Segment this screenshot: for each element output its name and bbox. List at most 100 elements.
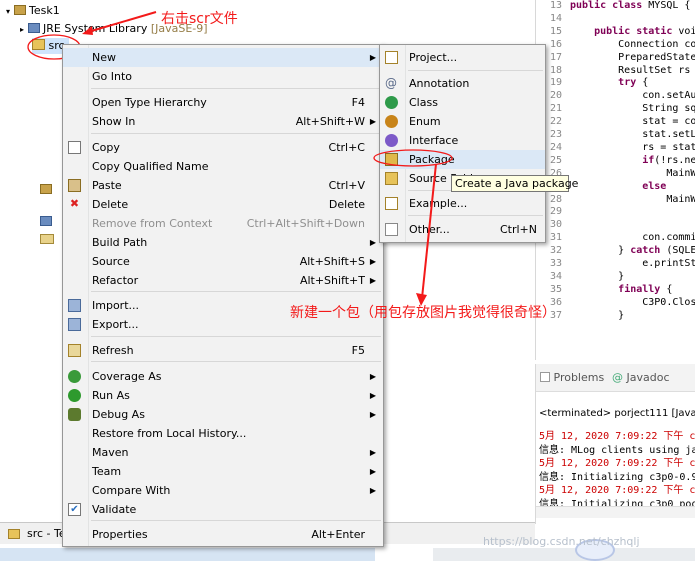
menu-item-copy[interactable]: Copy Ctrl+C (63, 138, 383, 157)
menu-item-label: Remove from Context (92, 217, 213, 230)
menu-item-show-in[interactable]: Show In Alt+Shift+W ▶ (63, 112, 383, 131)
example-icon (385, 197, 398, 210)
submenu-arrow-icon: ▶ (369, 276, 376, 285)
code-line: MainW (570, 193, 695, 205)
expand-arrow-icon[interactable]: ▾ (6, 7, 10, 16)
annotation-right-click: 右击scr文件 (161, 11, 238, 27)
menu-item-remove-from-context: Remove from Context Ctrl+Alt+Shift+Down (63, 214, 383, 233)
submenu-arrow-icon: ▶ (369, 486, 376, 495)
code-line: ResultSet rs (570, 64, 691, 76)
menu-item-copy-qualified-name[interactable]: Copy Qualified Name (63, 157, 383, 176)
menu-item-coverage-as[interactable]: Coverage As ▶ (63, 367, 383, 386)
menu-item-label: Export... (92, 318, 139, 331)
submenu-arrow-icon: ▶ (369, 117, 376, 126)
line-number: 15 (549, 25, 562, 37)
menu-item-shortcut: Ctrl+V (328, 179, 365, 192)
menu-item-run-as[interactable]: Run As ▶ (63, 386, 383, 405)
class-icon (385, 96, 398, 109)
menu-item-open-type-hierarchy[interactable]: Open Type Hierarchy F4 (63, 93, 383, 112)
project-icon (13, 5, 26, 15)
menu-item-team[interactable]: Team ▶ (63, 462, 383, 481)
menu-item-build-path[interactable]: Build Path ▶ (63, 233, 383, 252)
menu-item-refactor[interactable]: Refactor Alt+Shift+T ▶ (63, 271, 383, 290)
menu-item-properties[interactable]: Properties Alt+Enter (63, 525, 383, 544)
debug-icon (68, 408, 81, 421)
menu-item-label: Compare With (92, 484, 171, 497)
annotation-new-package: 新建一个包（用包存放图片我觉得很奇怪） (290, 305, 556, 321)
interface-icon (385, 134, 398, 147)
menu-item-shortcut: Alt+Shift+S (299, 255, 365, 268)
expand-arrow-icon[interactable]: ▸ (20, 25, 24, 34)
menu-item-label: Show In (92, 115, 136, 128)
taskbar-strip-right (433, 548, 695, 561)
code-line: e.printSt (570, 258, 695, 269)
coverage-icon (68, 370, 81, 383)
menu-item-paste[interactable]: Paste Ctrl+V (63, 176, 383, 195)
new-project-icon (385, 51, 398, 64)
menu-item-label: Go Into (92, 70, 133, 83)
taskbar-strip (0, 548, 375, 561)
code-line: MainW (570, 167, 695, 179)
menu-item-shortcut: Alt+Enter (311, 528, 365, 541)
submenu-item-project[interactable]: Project... (380, 48, 545, 67)
code-line: stat.setL (570, 129, 695, 140)
menu-item-label: Maven (92, 446, 129, 459)
menu-item-debug-as[interactable]: Debug As ▶ (63, 405, 383, 424)
menu-item-source[interactable]: Source Alt+Shift+S ▶ (63, 252, 383, 271)
menu-separator (91, 520, 381, 521)
menu-item-restore-from-local-history[interactable]: Restore from Local History... (63, 424, 383, 443)
menu-item-shortcut: Alt+Shift+W (295, 115, 365, 128)
console-header: <terminated> porject111 [Java (539, 408, 695, 419)
tab-problems[interactable]: Problems (540, 370, 604, 386)
code-line: finally { (618, 283, 673, 295)
menu-item-label: Team (92, 465, 122, 478)
code-line: rs = stat (570, 141, 695, 153)
submenu-item-annotation[interactable]: @ Annotation (380, 74, 545, 93)
console-view: Problems @ Javadoc <terminated> porject1… (535, 364, 695, 524)
menu-item-label: Debug As (92, 408, 145, 421)
menu-item-maven[interactable]: Maven ▶ (63, 443, 383, 462)
tab-javadoc[interactable]: @ Javadoc (612, 370, 670, 386)
line-number: 35 (549, 283, 562, 295)
console-scrollbar[interactable] (536, 506, 695, 518)
submenu-item-class[interactable]: Class (380, 93, 545, 112)
menu-item-label: Validate (92, 503, 137, 516)
menu-item-go-into[interactable]: Go Into (63, 67, 383, 86)
enum-icon (385, 115, 398, 128)
new-submenu: Project... @ Annotation Class Enum Interface P… (379, 44, 546, 243)
run-icon (68, 389, 81, 402)
tree-project-row[interactable]: ▾ Tesk1 (6, 3, 60, 19)
menu-item-label: Refresh (92, 344, 134, 357)
line-number: 14 (549, 12, 562, 24)
menu-item-delete[interactable]: ✖ Delete Delete (63, 195, 383, 214)
line-number: 33 (549, 258, 562, 269)
code-line: public static voi (594, 25, 695, 37)
menu-separator (91, 336, 381, 337)
submenu-item-example[interactable]: Example... (380, 194, 545, 213)
menu-item-compare-with[interactable]: Compare With ▶ (63, 481, 383, 500)
menu-separator (91, 361, 381, 362)
menu-item-label: Delete (92, 198, 129, 211)
submenu-arrow-icon: ▶ (369, 448, 376, 457)
submenu-item-other[interactable]: Other...Ctrl+N (380, 220, 545, 239)
code-line: Connection con (570, 38, 695, 50)
package-folder-icon (8, 529, 20, 539)
menu-item-validate[interactable]: ✔ Validate (63, 500, 383, 519)
submenu-arrow-icon: ▶ (369, 53, 376, 62)
context-menu: New ▶ Go Into Open Type Hierarchy F4 Show In A… (62, 44, 384, 547)
menu-item-label: Properties (92, 528, 148, 541)
import-icon (68, 299, 81, 312)
delete-icon: ✖ (69, 197, 80, 210)
checkbox-icon: ✔ (68, 503, 81, 516)
menu-item-label: Open Type Hierarchy (92, 96, 207, 109)
folder-icon (40, 234, 54, 244)
submenu-item-label: Class (409, 96, 438, 109)
menu-item-new[interactable]: New ▶ (63, 48, 383, 67)
menu-item-label: Build Path (92, 236, 148, 249)
submenu-item-shortcut: Ctrl+N (499, 223, 537, 236)
menu-item-refresh[interactable]: Refresh F5 (63, 341, 383, 360)
submenu-arrow-icon: ▶ (369, 372, 376, 381)
annotation-icon: @ (385, 76, 397, 90)
code-line: con.commi (570, 232, 695, 244)
submenu-item-enum[interactable]: Enum (380, 112, 545, 131)
